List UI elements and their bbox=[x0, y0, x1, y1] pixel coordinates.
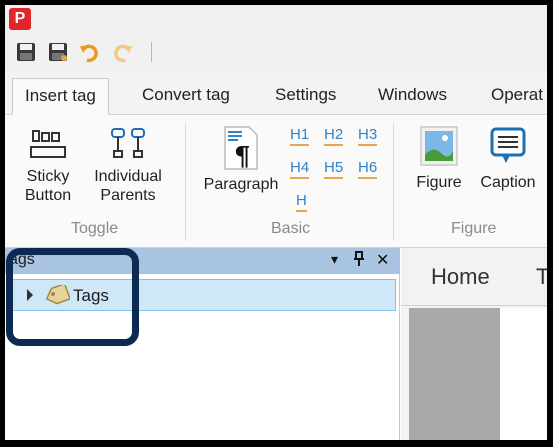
sticky-button-icon bbox=[30, 130, 66, 158]
h6-button[interactable]: H6 bbox=[358, 159, 378, 179]
pane-dropdown-icon[interactable]: ▾ bbox=[331, 251, 338, 268]
tab-settings[interactable]: Settings bbox=[263, 78, 348, 115]
tags-pane-header: ags ▾ ✕ bbox=[5, 248, 400, 274]
pane-close-icon[interactable]: ✕ bbox=[376, 250, 389, 270]
pane-pin-icon[interactable] bbox=[352, 251, 366, 270]
group-label-basic: Basic bbox=[271, 220, 311, 237]
document-background bbox=[409, 308, 500, 440]
undo-icon[interactable] bbox=[79, 41, 101, 63]
caption-bubble-icon bbox=[490, 127, 526, 163]
h2-button[interactable]: H2 bbox=[324, 126, 344, 146]
document-area: Home T bbox=[401, 248, 547, 440]
parents-label-1: Individual bbox=[94, 168, 162, 185]
tag-icon bbox=[45, 285, 70, 305]
ribbon-tabs: Insert tag Convert tag Settings Windows … bbox=[5, 71, 547, 115]
figure-image-icon bbox=[420, 126, 458, 166]
tab-convert-tag[interactable]: Convert tag bbox=[130, 78, 242, 115]
group-label-figure: Figure bbox=[451, 220, 497, 237]
doc-tab-home[interactable]: Home bbox=[431, 264, 490, 290]
document-tabs: Home T bbox=[401, 248, 547, 306]
parents-hierarchy-icon bbox=[111, 128, 145, 158]
group-separator bbox=[185, 123, 186, 241]
save-icon[interactable] bbox=[15, 41, 37, 63]
tab-windows[interactable]: Windows bbox=[366, 78, 459, 115]
sticky-button[interactable]: Sticky Button bbox=[17, 125, 79, 205]
figure-label: Figure bbox=[416, 174, 462, 191]
tree-item-label: Tags bbox=[73, 286, 109, 305]
group-separator bbox=[393, 123, 394, 241]
doc-tab-next[interactable]: T bbox=[536, 264, 547, 290]
h5-button[interactable]: H5 bbox=[324, 159, 344, 179]
caption-button[interactable]: Caption bbox=[473, 125, 543, 192]
app-window: P Insert tag Convert tag Settings Window… bbox=[5, 5, 547, 440]
sticky-label-1: Sticky bbox=[26, 168, 70, 185]
toolbar-separator bbox=[151, 42, 152, 62]
tab-insert-tag[interactable]: Insert tag bbox=[12, 78, 109, 115]
figure-button[interactable]: Figure bbox=[409, 125, 469, 192]
svg-text:¶: ¶ bbox=[234, 142, 251, 171]
save-as-icon[interactable] bbox=[47, 41, 69, 63]
redo-icon[interactable] bbox=[111, 41, 133, 63]
app-logo[interactable]: P bbox=[9, 8, 31, 30]
individual-parents-button[interactable]: Individual Parents bbox=[85, 125, 171, 205]
caption-label: Caption bbox=[480, 174, 536, 191]
parents-label-2: Parents bbox=[100, 187, 156, 204]
paragraph-button[interactable]: ¶ Paragraph bbox=[197, 125, 285, 194]
tags-pane-title: ags bbox=[9, 251, 35, 268]
h-button[interactable]: H bbox=[296, 192, 307, 212]
h4-button[interactable]: H4 bbox=[290, 159, 310, 179]
paragraph-icon: ¶ bbox=[224, 126, 258, 171]
h1-button[interactable]: H1 bbox=[290, 126, 310, 146]
sticky-label-2: Button bbox=[24, 187, 72, 204]
tree-item-tags[interactable]: Tags bbox=[9, 279, 396, 311]
expand-arrow-icon[interactable] bbox=[27, 289, 33, 301]
tags-pane: ags ▾ ✕ Tags bbox=[5, 248, 400, 440]
document-page bbox=[500, 308, 547, 440]
ribbon: Sticky Button Individual Parents Toggle bbox=[5, 115, 547, 248]
paragraph-label: Paragraph bbox=[203, 176, 279, 193]
quick-access-toolbar bbox=[15, 41, 152, 63]
h3-button[interactable]: H3 bbox=[358, 126, 378, 146]
group-label-toggle: Toggle bbox=[71, 220, 119, 237]
title-bar: P bbox=[5, 5, 547, 71]
tab-operations[interactable]: Operat bbox=[479, 78, 547, 115]
